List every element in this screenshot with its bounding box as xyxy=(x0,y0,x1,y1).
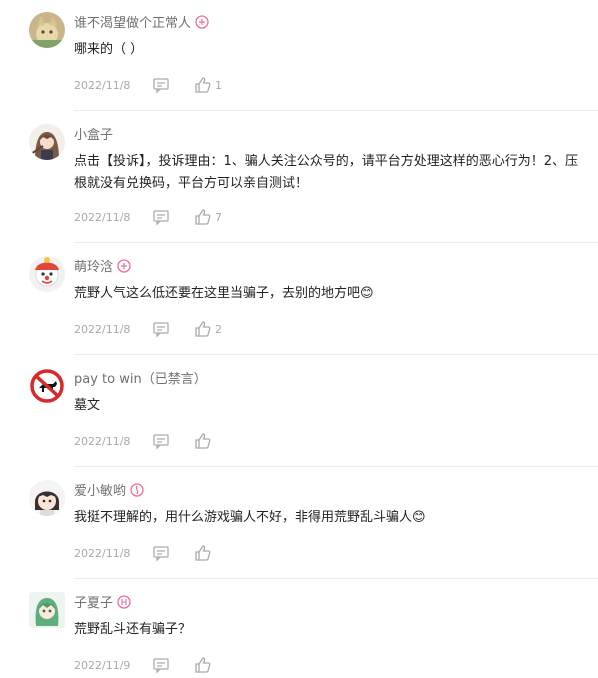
user-avatar[interactable] xyxy=(29,256,65,292)
comment-text: 哪来的（ ） xyxy=(74,42,144,57)
comment-divider xyxy=(74,110,598,111)
comment-date: 2022/11/8 xyxy=(74,435,131,448)
comment-username[interactable]: pay to win（已禁言） xyxy=(74,371,207,389)
comment-username[interactable]: 小盒子 xyxy=(74,127,113,145)
thumbs-up-icon[interactable] xyxy=(194,656,212,674)
reply-icon[interactable] xyxy=(152,544,170,562)
comment-text: 墓文 xyxy=(74,398,101,413)
chibi-avatar-icon xyxy=(29,480,65,516)
user-avatar[interactable] xyxy=(29,368,65,404)
like-count: 7 xyxy=(215,211,222,224)
level-badge-icon xyxy=(195,15,209,29)
comment-item: 子夏子 荒野乱斗还有骗子？ 2022/11/9 xyxy=(0,580,598,678)
reply-icon[interactable] xyxy=(152,208,170,226)
username-text[interactable]: 爱小敏哟 xyxy=(74,484,126,499)
comment-divider xyxy=(74,242,598,243)
username-text[interactable]: 谁不渴望做个正常人 xyxy=(74,16,191,31)
clown-avatar-icon xyxy=(29,256,65,292)
thumbs-up-icon[interactable] xyxy=(194,432,212,450)
level-badge-icon xyxy=(130,483,144,497)
comment-text: 点击【投诉】，投诉理由：1、骗人关注公众号的，请平台方处理这样的恶心行为！2、压… xyxy=(74,154,579,191)
comment-date: 2022/11/8 xyxy=(74,211,131,224)
reply-icon[interactable] xyxy=(152,656,170,674)
comment-date: 2022/11/8 xyxy=(74,547,131,560)
user-avatar[interactable] xyxy=(29,124,65,160)
like-count: 2 xyxy=(215,323,222,336)
comment-username[interactable]: 谁不渴望做个正常人 xyxy=(74,15,209,33)
comment-item: 小盒子 点击【投诉】，投诉理由：1、骗人关注公众号的，请平台方处理这样的恶心行为… xyxy=(0,112,598,244)
thumbs-up-icon[interactable] xyxy=(194,208,212,226)
thumbs-up-icon[interactable] xyxy=(194,320,212,338)
username-text[interactable]: 小盒子 xyxy=(74,128,113,143)
comment-item: 谁不渴望做个正常人 哪来的（ ） 2022/11/8 1 xyxy=(0,0,598,112)
comment-date: 2022/11/9 xyxy=(74,659,131,672)
level-badge-icon xyxy=(117,595,131,609)
comment-item: pay to win（已禁言） 墓文 2022/11/8 xyxy=(0,356,598,468)
user-avatar[interactable] xyxy=(29,12,65,48)
comment-username[interactable]: 爱小敏哟 xyxy=(74,483,144,501)
comment-username[interactable]: 子夏子 xyxy=(74,595,131,613)
like-count: 1 xyxy=(215,79,222,92)
comment-text: 荒野乱斗还有骗子？ xyxy=(74,622,192,637)
username-text[interactable]: 萌玲浛 xyxy=(74,260,113,275)
username-text[interactable]: pay to win（已禁言） xyxy=(74,372,207,387)
cat-avatar-icon xyxy=(29,12,65,48)
level-badge-icon xyxy=(117,259,131,273)
reply-icon[interactable] xyxy=(152,76,170,94)
comment-date: 2022/11/8 xyxy=(74,79,131,92)
green-hair-avatar-icon xyxy=(29,592,65,628)
comment-divider xyxy=(74,466,598,467)
reply-icon[interactable] xyxy=(152,320,170,338)
comment-username[interactable]: 萌玲浛 xyxy=(74,259,131,277)
user-avatar[interactable] xyxy=(29,480,65,516)
comment-divider xyxy=(74,578,598,579)
reply-icon[interactable] xyxy=(152,432,170,450)
username-text[interactable]: 子夏子 xyxy=(74,596,113,611)
thumbs-up-icon[interactable] xyxy=(194,76,212,94)
comment-divider xyxy=(74,354,598,355)
thumbs-up-icon[interactable] xyxy=(194,544,212,562)
comment-text: 荒野人气这么低还要在这里当骗子，去别的地方吧😊 xyxy=(74,286,374,301)
anime-girl-avatar-icon xyxy=(29,124,65,160)
user-avatar[interactable] xyxy=(29,592,65,628)
comment-text: 我挺不理解的，用什么游戏骗人不好，非得用荒野乱斗骗人😊 xyxy=(74,510,426,525)
no-dog-sign-avatar-icon xyxy=(29,368,65,404)
comment-item: 萌玲浛 荒野人气这么低还要在这里当骗子，去别的地方吧😊 2022/11/8 2 xyxy=(0,244,598,356)
comment-item: 爱小敏哟 我挺不理解的，用什么游戏骗人不好，非得用荒野乱斗骗人😊 2022/11… xyxy=(0,468,598,580)
comment-date: 2022/11/8 xyxy=(74,323,131,336)
